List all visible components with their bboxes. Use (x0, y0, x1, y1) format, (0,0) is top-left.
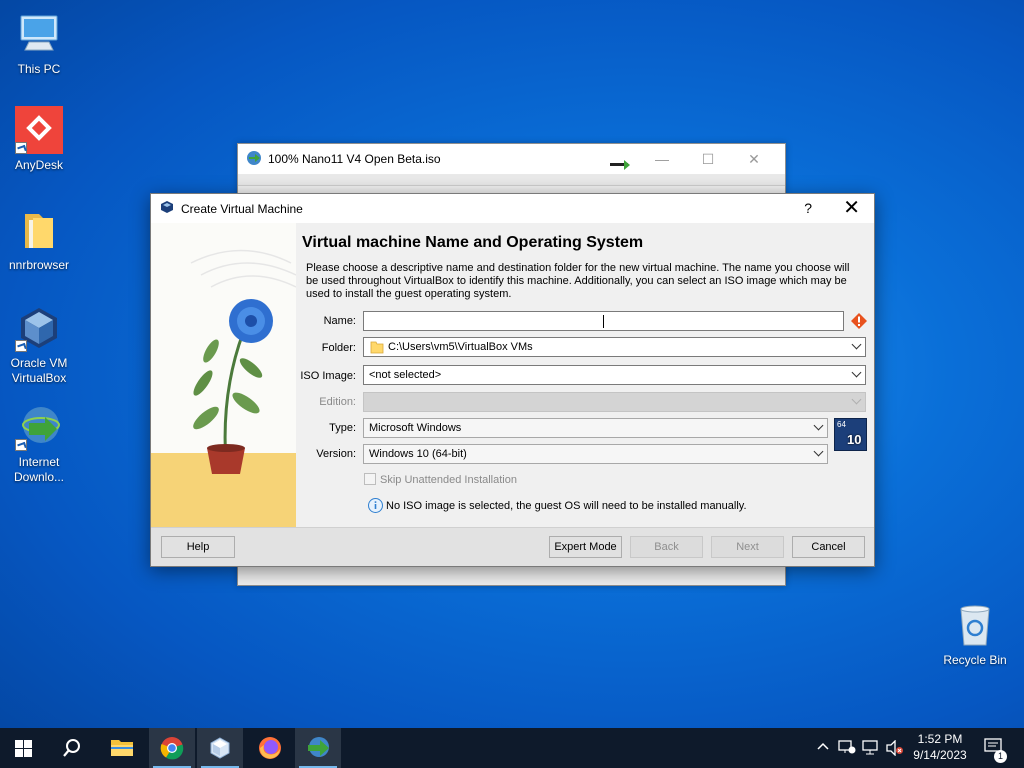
desktop-icon-virtualbox[interactable]: Oracle VM VirtualBox (1, 304, 77, 386)
virtualbox-icon (15, 304, 63, 352)
desktop-icon-nnrbrowser[interactable]: nnrbrowser (1, 206, 77, 273)
shortcut-arrow-icon (15, 340, 27, 352)
iso-image-combobox[interactable]: <not selected> (363, 365, 866, 385)
chevron-down-icon (851, 339, 862, 350)
network-tray-icon[interactable] (838, 739, 856, 758)
desktop-icon-label: AnyDesk (14, 158, 64, 172)
cancel-button[interactable]: Cancel (792, 536, 865, 558)
minimize-button[interactable]: — (639, 144, 685, 174)
desktop-icon-recycle-bin[interactable]: Recycle Bin (937, 601, 1013, 668)
chevron-down-icon (813, 420, 824, 431)
desktop-icon-label: nnrbrowser (8, 258, 70, 272)
show-hidden-icons-chevron-up-icon[interactable] (817, 740, 829, 754)
desktop-icon-label: Recycle Bin (943, 653, 1007, 667)
dialog-title: Create Virtual Machine (181, 201, 303, 216)
recycle-bin-icon (951, 601, 999, 649)
wizard-illustration (151, 223, 296, 527)
skip-unattended-checkbox[interactable] (364, 473, 376, 485)
taskbar-virtualbox[interactable] (197, 728, 243, 768)
back-button[interactable]: Back (630, 536, 703, 558)
display-tray-icon[interactable] (862, 740, 880, 759)
os-badge-bits: 64 (837, 420, 846, 429)
folder-value: C:\Users\vm5\VirtualBox VMs (388, 341, 533, 353)
download-manager-icon (15, 403, 63, 451)
expert-mode-button[interactable]: Expert Mode (549, 536, 622, 558)
edition-label: Edition: (319, 396, 356, 408)
iso-image-label: ISO Image: (300, 370, 356, 382)
virtualbox-icon (210, 737, 230, 759)
progress-arrowhead-icon (624, 160, 630, 170)
taskbar: 1:52 PM 9/14/2023 1 (0, 728, 1024, 768)
folder-icon (370, 340, 384, 357)
shortcut-arrow-icon (15, 142, 27, 154)
clock-date[interactable]: 9/14/2023 (912, 748, 968, 763)
version-combobox[interactable]: Windows 10 (64-bit) (363, 444, 828, 464)
type-value: Microsoft Windows (369, 422, 462, 434)
version-value: Windows 10 (64-bit) (369, 448, 467, 460)
search-button[interactable] (49, 728, 95, 768)
edition-combobox[interactable] (363, 392, 866, 412)
taskbar-firefox[interactable] (247, 728, 293, 768)
desktop-icon-label: Oracle VM VirtualBox (10, 356, 68, 385)
info-icon (368, 498, 383, 516)
notification-count-badge: 1 (994, 750, 1007, 763)
download-manager-icon (246, 150, 262, 169)
create-vm-dialog[interactable]: Create Virtual Machine ? ✕ Virtual machi… (150, 193, 875, 567)
taskbar-chrome[interactable] (149, 728, 195, 768)
type-label: Type: (329, 422, 356, 434)
maximize-button[interactable]: ☐ (685, 144, 731, 174)
next-button[interactable]: Next (711, 536, 784, 558)
close-button[interactable]: ✕ (731, 144, 777, 174)
volume-muted-icon[interactable] (886, 739, 904, 759)
windows-10-os-icon: 64 10 (834, 418, 867, 451)
iso-image-value: <not selected> (369, 369, 442, 381)
background-window-title: 100% Nano11 V4 Open Beta.iso (268, 152, 441, 166)
windows-logo-icon (14, 739, 32, 757)
type-combobox[interactable]: Microsoft Windows (363, 418, 828, 438)
desktop-icon-anydesk[interactable]: AnyDesk (1, 106, 77, 173)
chrome-icon (160, 737, 184, 760)
desktop-icon-label: Internet Downlo... (13, 455, 65, 484)
taskbar-download-manager[interactable] (295, 728, 341, 768)
folder-combobox[interactable]: C:\Users\vm5\VirtualBox VMs (363, 337, 866, 357)
taskbar-file-explorer[interactable] (99, 728, 145, 768)
desktop-icon-label: This PC (17, 62, 61, 76)
background-window-toolbar (238, 174, 785, 186)
dialog-titlebar[interactable]: Create Virtual Machine ? ✕ (151, 194, 874, 223)
help-button[interactable]: Help (161, 536, 235, 558)
skip-unattended-label: Skip Unattended Installation (380, 474, 517, 486)
wizard-heading: Virtual machine Name and Operating Syste… (302, 234, 644, 251)
desktop-icon-this-pc[interactable]: This PC (1, 10, 77, 77)
chevron-down-icon (851, 367, 862, 378)
info-message: No ISO image is selected, the guest OS w… (386, 500, 747, 512)
computer-icon (15, 10, 63, 58)
start-button[interactable] (0, 728, 46, 768)
virtualbox-icon (160, 200, 174, 217)
shortcut-arrow-icon (15, 439, 27, 451)
download-manager-icon (308, 737, 329, 757)
folder-icon (15, 206, 63, 254)
search-icon (63, 739, 80, 757)
folder-label: Folder: (321, 342, 356, 354)
chevron-down-icon (851, 394, 862, 405)
name-label: Name: (323, 315, 356, 327)
firefox-icon (259, 737, 281, 759)
error-icon (850, 312, 868, 333)
version-label: Version: (316, 448, 356, 460)
desktop-icon-internet-download-manager[interactable]: Internet Downlo... (1, 403, 77, 485)
chevron-down-icon (813, 446, 824, 457)
anydesk-icon (15, 106, 63, 154)
text-cursor-icon (603, 315, 604, 328)
close-button[interactable]: ✕ (843, 197, 860, 219)
wizard-description: Please choose a descriptive name and des… (306, 262, 850, 300)
file-explorer-icon (111, 740, 133, 756)
clock-time[interactable]: 1:52 PM (912, 732, 968, 747)
os-badge-version: 10 (847, 432, 862, 447)
help-context-button[interactable]: ? (804, 200, 812, 216)
